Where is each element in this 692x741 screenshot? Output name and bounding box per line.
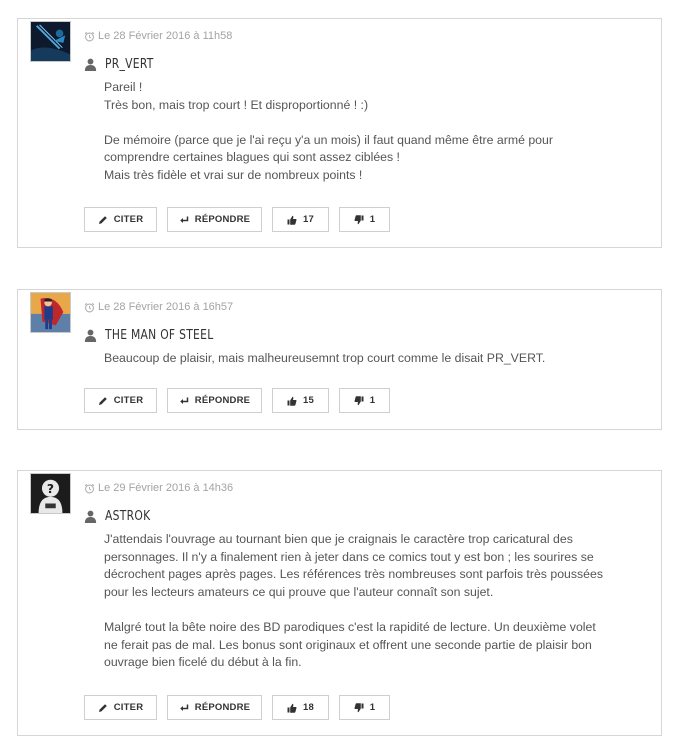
reply-label: RÉPONDRE [194, 702, 251, 713]
avatar-image: ? [31, 474, 70, 513]
comment-actions: CITER RÉPONDRE 18 1 [84, 695, 390, 720]
like-button[interactable]: 15 [272, 388, 329, 413]
thumbs-up-icon [287, 703, 297, 713]
comment-actions: CITER RÉPONDRE 17 1 [84, 207, 390, 232]
reply-button[interactable]: RÉPONDRE [167, 695, 262, 720]
comment-paragraph: De mémoire (parce que je l'ai reçu y'a u… [104, 132, 553, 182]
user-icon [84, 510, 97, 523]
dislike-count: 1 [369, 702, 376, 713]
comment-actions: CITER RÉPONDRE 15 1 [84, 388, 390, 413]
like-count: 15 [303, 395, 314, 406]
thumbs-up-icon [287, 215, 297, 225]
comment-author: THE MAN OF STEEL [84, 328, 223, 343]
reply-button[interactable]: RÉPONDRE [167, 388, 262, 413]
reply-arrow-icon [179, 216, 189, 223]
comment-date-text: Le 29 Février 2016 à 14h36 [98, 482, 234, 494]
thumbs-down-icon [354, 702, 364, 712]
thumbs-down-icon [354, 395, 364, 405]
comment-date: Le 29 Février 2016 à 14h36 [84, 482, 233, 494]
dislike-count: 1 [369, 395, 376, 406]
cite-button[interactable]: CITER [84, 695, 157, 720]
pencil-icon [98, 396, 107, 405]
cite-label: CITER [113, 214, 144, 225]
author-name[interactable]: PR_VERT [105, 57, 154, 72]
avatar[interactable] [30, 21, 71, 62]
dislike-button[interactable]: 1 [339, 388, 390, 413]
comment-card: ? Le 29 Février 2016 à 14h36 ASTROK J'at… [17, 470, 662, 736]
comment-author: ASTROK [84, 509, 154, 524]
avatar[interactable] [30, 292, 71, 333]
avatar-image [31, 22, 70, 61]
thumbs-up-icon [287, 396, 297, 406]
like-count: 18 [303, 702, 314, 713]
comment-body: Beaucoup de plaisir, mais malheureusemnt… [104, 350, 641, 368]
cite-label: CITER [113, 702, 144, 713]
comment-body: Pareil ! Très bon, mais trop court ! Et … [104, 79, 641, 185]
dislike-button[interactable]: 1 [339, 695, 390, 720]
cite-button[interactable]: CITER [84, 207, 157, 232]
comment-paragraph: Pareil ! Très bon, mais trop court ! Et … [104, 80, 369, 112]
like-button[interactable]: 18 [272, 695, 329, 720]
comment-card: Le 28 Février 2016 à 16h57 THE MAN OF ST… [17, 289, 662, 430]
pencil-icon [98, 215, 107, 224]
alarm-clock-icon [84, 31, 95, 41]
comment-author: PR_VERT [84, 57, 158, 72]
pencil-icon [98, 703, 107, 712]
alarm-clock-icon [84, 302, 95, 312]
dislike-button[interactable]: 1 [339, 207, 390, 232]
avatar[interactable]: ? [30, 473, 71, 514]
comment-date-text: Le 28 Février 2016 à 11h58 [98, 30, 233, 42]
reply-button[interactable]: RÉPONDRE [167, 207, 262, 232]
comment-card: Le 28 Février 2016 à 11h58 PR_VERT Parei… [17, 18, 662, 248]
reply-label: RÉPONDRE [194, 214, 251, 225]
avatar-image [31, 293, 70, 332]
author-name[interactable]: ASTROK [105, 509, 150, 524]
thumbs-down-icon [354, 214, 364, 224]
comment-paragraph: Beaucoup de plaisir, mais malheureusemnt… [104, 351, 546, 365]
cite-button[interactable]: CITER [84, 388, 157, 413]
comment-date: Le 28 Février 2016 à 16h57 [84, 301, 233, 313]
author-name[interactable]: THE MAN OF STEEL [105, 328, 213, 343]
reply-label: RÉPONDRE [194, 395, 251, 406]
dislike-count: 1 [369, 214, 376, 225]
user-icon [84, 329, 97, 342]
alarm-clock-icon [84, 483, 95, 493]
cite-label: CITER [113, 395, 144, 406]
user-icon [84, 58, 97, 71]
reply-arrow-icon [179, 704, 189, 711]
reply-arrow-icon [179, 397, 189, 404]
comment-body: J'attendais l'ouvrage au tournant bien q… [104, 531, 641, 672]
comment-date-text: Le 28 Février 2016 à 16h57 [98, 301, 234, 313]
comment-paragraph: Malgré tout la bête noire des BD parodiq… [104, 619, 596, 670]
svg-text:?: ? [47, 482, 54, 496]
comment-date: Le 28 Février 2016 à 11h58 [84, 30, 232, 42]
like-button[interactable]: 17 [272, 207, 329, 232]
comment-paragraph: J'attendais l'ouvrage au tournant bien q… [104, 532, 603, 599]
like-count: 17 [303, 214, 314, 225]
